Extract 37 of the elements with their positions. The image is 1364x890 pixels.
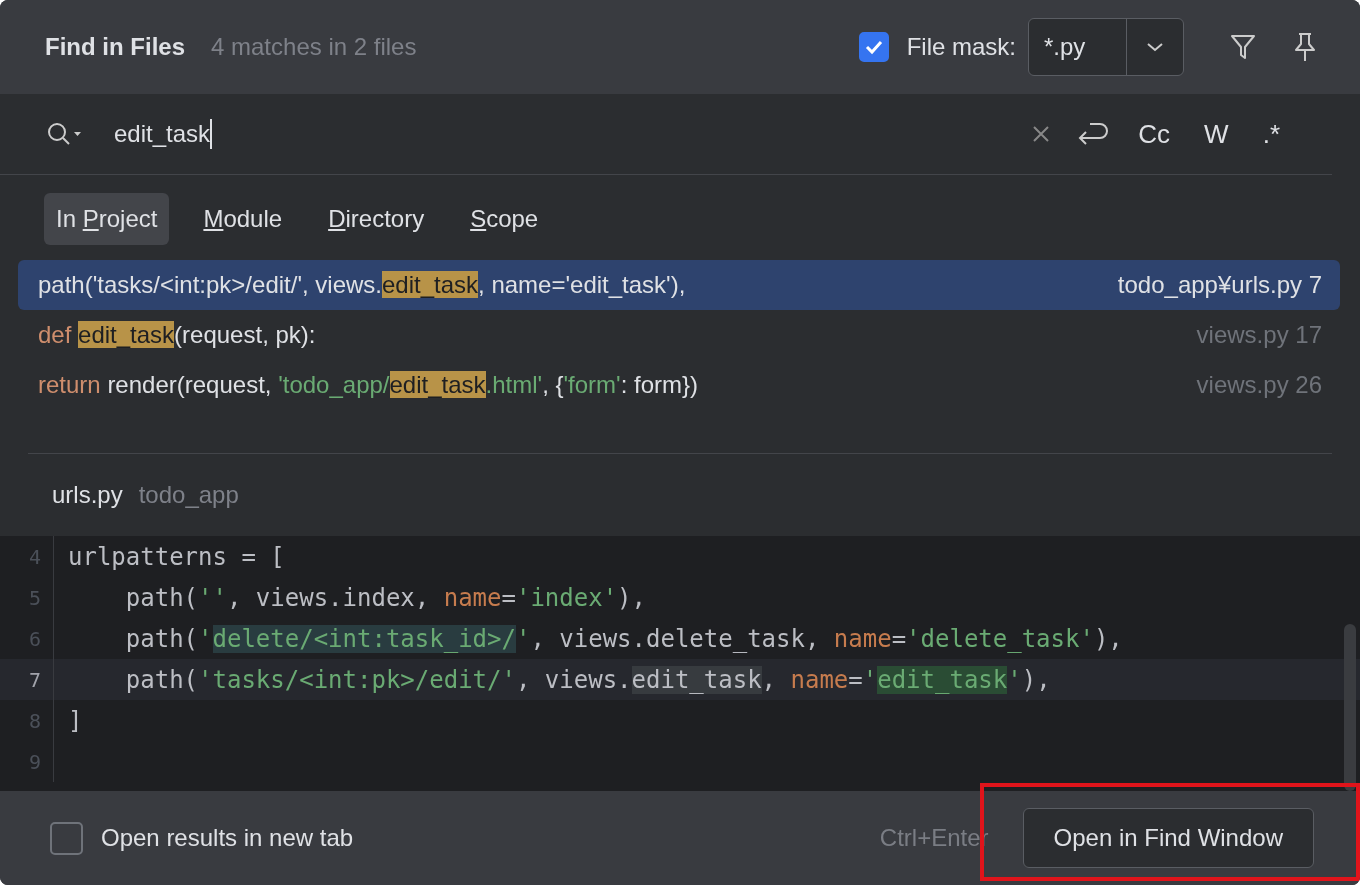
search-icon[interactable]: [46, 121, 82, 147]
code-line: path('tasks/<int:pk>/edit/', views.edit_task, name='edit_task'),: [124, 665, 1051, 694]
result-location: views.py 17: [1196, 321, 1322, 349]
scope-tab[interactable]: In Project: [44, 193, 170, 245]
preview-folder-name: todo_app: [138, 481, 239, 509]
file-mask-combo[interactable]: *.py: [1028, 18, 1184, 76]
chevron-down-icon: [1146, 41, 1164, 53]
search-field[interactable]: edit_task: [114, 114, 1007, 154]
checkbox-label: Open results in new tab: [101, 824, 354, 852]
scrollbar[interactable]: [1344, 624, 1356, 791]
match-summary: 4 matches in 2 files: [211, 33, 417, 61]
clear-icon[interactable]: [1032, 125, 1051, 143]
result-code: def edit_task(request, pk):: [38, 321, 317, 349]
line-number: 7: [0, 659, 54, 700]
code-line: urlpatterns = [: [67, 542, 285, 571]
preview-file-name: urls.py: [52, 481, 123, 509]
result-row[interactable]: def edit_task(request, pk): views.py 17: [18, 310, 1340, 360]
code-line: path('', views.index, name='index'),: [124, 583, 646, 612]
checkbox[interactable]: [858, 32, 889, 62]
scope-tab[interactable]: Scope: [458, 193, 551, 245]
code-line: ]: [67, 706, 83, 735]
filter-icon[interactable]: [1230, 33, 1256, 61]
file-mask-label: File mask:: [906, 33, 1016, 61]
checkbox[interactable]: [50, 821, 83, 855]
open-in-find-window-button[interactable]: Open in Find Window: [1022, 808, 1314, 868]
result-code: path('tasks/<int:pk>/edit/', views.edit_task, name='edit_task'),: [38, 271, 687, 299]
dialog-title: Find in Files: [45, 33, 185, 61]
result-row[interactable]: path('tasks/<int:pk>/edit/', views.edit_task, name='edit_task'), todo_app¥urls.py 7: [18, 260, 1340, 310]
pin-icon[interactable]: [1292, 32, 1318, 62]
result-location: views.py 26: [1196, 371, 1322, 399]
scope-tab[interactable]: Module: [191, 193, 295, 245]
code-line: path('delete/<int:task_id>/', views.delete_task, name='delete_task'),: [124, 624, 1123, 653]
scope-tab[interactable]: Directory: [316, 193, 437, 245]
search-option-toggle[interactable]: W: [1200, 118, 1233, 150]
search-option-toggle[interactable]: .*: [1258, 118, 1284, 150]
search-option-toggle[interactable]: Cc: [1134, 118, 1175, 150]
result-location: todo_app¥urls.py 7: [1117, 271, 1322, 299]
